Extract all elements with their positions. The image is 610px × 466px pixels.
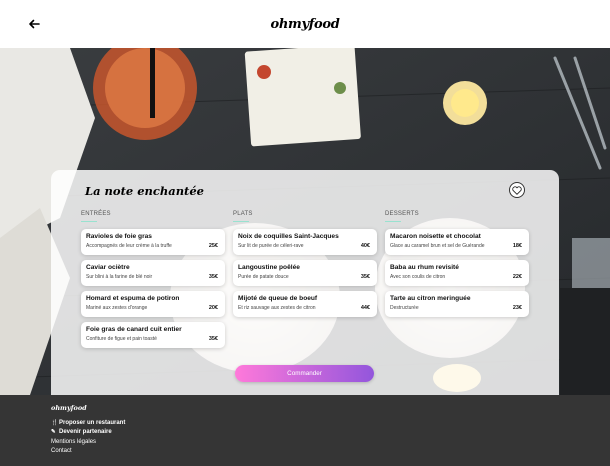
arrow-left-icon[interactable] (26, 16, 42, 32)
footer-link-legal[interactable]: Mentions légales (51, 437, 125, 447)
app-logo[interactable]: ohmyfood (270, 17, 339, 32)
dish-name: Langoustine poêlée (238, 264, 300, 271)
restaurant-hero: La note enchantée ENTRÉES Ravioles de fo… (0, 48, 610, 395)
menu-column-desserts: DESSERTS Macaron noisette et chocolat Gl… (385, 211, 529, 317)
column-title: DESSERTS (385, 211, 529, 222)
footer-link-partner[interactable]: ✎ Devenir partenaire (51, 428, 125, 438)
dish-name: Mijoté de queue de boeuf (238, 295, 318, 302)
dish-price: 35€ (208, 274, 218, 280)
dish-card[interactable]: Tarte au citron meringuée Destructurée 2… (385, 291, 529, 317)
dish-card[interactable]: Foie gras de canard cuit entier Confitur… (81, 322, 225, 348)
menu-column-plats: PLATS Noix de coquilles Saint-Jacques Su… (233, 211, 377, 317)
dish-price: 44€ (360, 305, 370, 311)
dish-card[interactable]: Homard et espuma de potiron Mariné aux z… (81, 291, 225, 317)
dish-card[interactable]: Baba au rhum revisité Avec son coulis de… (385, 260, 529, 286)
dish-description: Purée de patate douce (238, 274, 289, 280)
dish-name: Macaron noisette et chocolat (390, 233, 481, 240)
footer-link-contact[interactable]: Contact (51, 447, 125, 457)
dish-card[interactable]: Noix de coquilles Saint-Jacques Sur lit … (233, 229, 377, 255)
dish-price: 40€ (360, 243, 370, 249)
utensils-icon: 🍴 (51, 419, 58, 426)
dish-price: 35€ (360, 274, 370, 280)
dish-card[interactable]: Caviar ociètre Sur blini à la farine de … (81, 260, 225, 286)
footer: ohmyfood 🍴 Proposer un restaurant ✎ Deve… (0, 395, 610, 466)
dish-card[interactable]: Ravioles de foie gras Accompagnés de leu… (81, 229, 225, 255)
dish-name: Foie gras de canard cuit entier (86, 326, 182, 333)
dish-name: Noix de coquilles Saint-Jacques (238, 233, 339, 240)
dish-name: Caviar ociètre (86, 264, 130, 271)
dish-price: 35€ (208, 336, 218, 342)
footer-link-label: Contact (51, 448, 72, 455)
dish-price: 22€ (512, 274, 522, 280)
footer-link-label: Proposer un restaurant (59, 419, 126, 426)
footer-logo[interactable]: ohmyfood (51, 404, 87, 412)
dish-description: Mariné aux zestes d'orange (86, 305, 148, 311)
dish-name: Tarte au citron meringuée (390, 295, 471, 302)
dish-price: 25€ (208, 243, 218, 249)
dish-description: Sur blini à la farine de blé noir (86, 274, 153, 280)
dish-card[interactable]: Macaron noisette et chocolat Glace au ca… (385, 229, 529, 255)
order-button[interactable]: Commander (235, 365, 374, 382)
dish-description: Glace au caramel brun et sel de Guérande (390, 243, 485, 249)
footer-link-propose[interactable]: 🍴 Proposer un restaurant (51, 418, 125, 428)
dish-card[interactable]: Langoustine poêlée Purée de patate douce… (233, 260, 377, 286)
footer-link-label: Devenir partenaire (59, 429, 112, 436)
dish-price: 18€ (512, 243, 522, 249)
dish-card[interactable]: Mijoté de queue de boeuf Et riz sauvage … (233, 291, 377, 317)
dish-description: Destructurée (390, 305, 419, 311)
dish-name: Baba au rhum revisité (390, 264, 459, 271)
dish-description: Sur lit de purée de céleri-rave (238, 243, 304, 249)
menu-column-entrees: ENTRÉES Ravioles de foie gras Accompagné… (81, 211, 225, 348)
dish-name: Ravioles de foie gras (86, 233, 152, 240)
menu-card: La note enchantée ENTRÉES Ravioles de fo… (51, 170, 559, 395)
dish-description: Et riz sauvage aux zestes de citron (238, 305, 316, 311)
dish-description: Accompagnés de leur crème à la truffe (86, 243, 172, 249)
dish-description: Avec son coulis de citron (390, 274, 446, 280)
footer-links: 🍴 Proposer un restaurant ✎ Devenir parte… (51, 418, 125, 456)
dish-price: 23€ (512, 305, 522, 311)
handshake-icon: ✎ (51, 429, 56, 436)
dish-description: Confiture de figue et pain toasté (86, 336, 157, 342)
header: ohmyfood (0, 0, 610, 48)
column-title: PLATS (233, 211, 377, 222)
heart-icon[interactable] (509, 182, 525, 198)
dish-price: 20€ (208, 305, 218, 311)
footer-link-label: Mentions légales (51, 438, 97, 445)
restaurant-title: La note enchantée (85, 184, 205, 198)
dish-name: Homard et espuma de potiron (86, 295, 180, 302)
column-title: ENTRÉES (81, 211, 225, 222)
